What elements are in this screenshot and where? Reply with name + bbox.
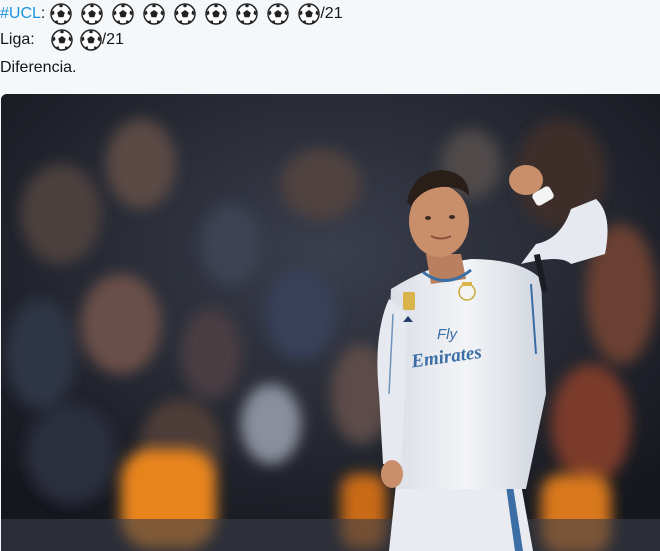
soccer-ball-icon [81,3,104,25]
soccer-ball-icon [50,3,73,25]
tweet-photo[interactable]: Fly Emirates [1,94,660,551]
ucl-line: #UCL: /21 [0,1,343,27]
soccer-ball-icon [143,3,166,25]
ucl-total: /21 [320,5,343,22]
champions-badge-icon [403,292,415,310]
soccer-ball-icon [236,3,259,25]
soccer-ball-icon [205,3,228,25]
pitch-barrier [1,519,660,551]
liga-label: Liga: [0,31,35,48]
soccer-ball-icon [267,3,290,25]
jersey-sponsor-top: Fly [437,326,458,343]
soccer-ball-icon [174,3,197,25]
hashtag-ucl-link[interactable]: #UCL [0,1,41,27]
diferencia-line: Diferencia. [0,59,77,76]
colon: : [40,5,46,22]
liga-total: /21 [101,31,124,48]
soccer-ball-icon [298,3,321,25]
soccer-ball-icon [112,3,135,25]
soccer-ball-icon [79,29,102,51]
ucl-goal-balls [50,3,329,25]
soccer-ball-icon [50,29,73,51]
tweet-text: #UCL: /21 Liga: /21 Diferencia. [0,0,660,92]
liga-line: Liga: /21 [0,27,124,53]
liga-goal-balls [50,29,109,51]
photo-canvas: Fly Emirates [1,94,660,551]
